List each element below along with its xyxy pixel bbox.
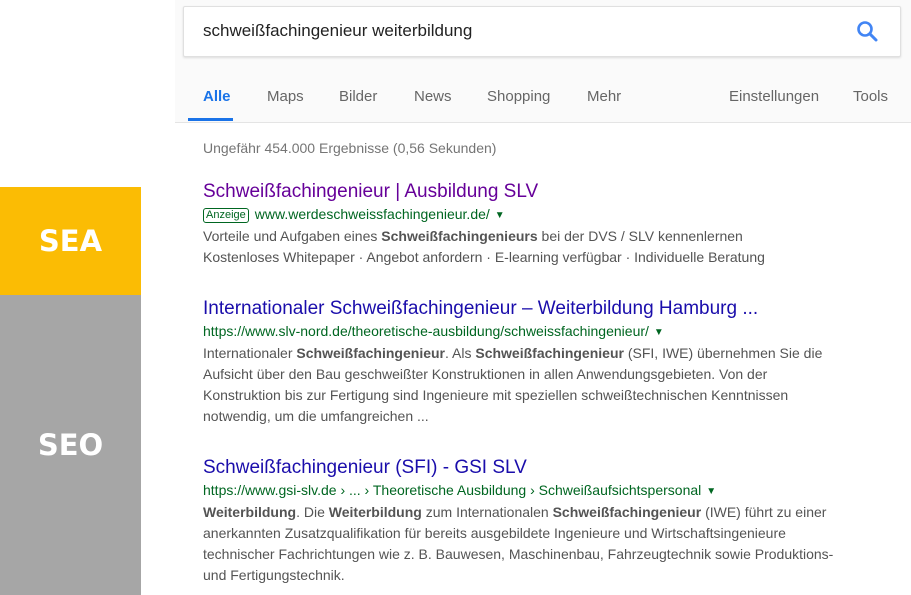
snippet-keyword: Weiterbildung [203, 504, 297, 520]
result-snippet: Internationaler Schweißfachingenieur. Al… [203, 343, 893, 427]
snippet-text: (SFI, IWE) übernehmen Sie die [623, 345, 823, 361]
result-url-line: https://www.slv-nord.de/theoretische-aus… [203, 322, 893, 342]
result-stats: Ungefähr 454.000 Ergebnisse (0,56 Sekund… [203, 140, 497, 156]
snippet-keyword: Schweißfachingenieur [475, 345, 624, 361]
search-header: schweißfachingenieur weiterbildung Alle … [175, 0, 911, 123]
result-url[interactable]: https://www.gsi-slv.de › ... › Theoretis… [203, 482, 701, 498]
result-url-line: https://www.gsi-slv.de › ... › Theoretis… [203, 481, 893, 501]
tab-einstellungen[interactable]: Einstellungen [729, 88, 819, 105]
tab-news[interactable]: News [414, 88, 452, 105]
snippet-text: . Als [445, 345, 476, 361]
ad-result: Schweißfachingenieur | Ausbildung SLV An… [203, 181, 893, 268]
snippet-text: und Fertigungstechnik. [203, 567, 345, 583]
snippet-keyword: Schweißfachingenieur [296, 345, 445, 361]
snippet-text: Aufsicht über den Bau geschweißter Konst… [203, 366, 768, 382]
snippet-text: notwendig, um die umfangreichen ... [203, 408, 429, 424]
active-tab-indicator [188, 118, 233, 121]
snippet-text: Konstruktion bis zur Fertigung sind Inge… [203, 387, 789, 403]
snippet-text: anerkannten Zusatzqualifikation für bere… [203, 525, 786, 541]
result-title-link[interactable]: Schweißfachingenieur (SFI) - GSI SLV [203, 457, 893, 479]
search-input[interactable]: schweißfachingenieur weiterbildung [203, 21, 472, 41]
result-snippet: Vorteile und Aufgaben eines Schweißfachi… [203, 226, 893, 268]
sea-label: SEA [0, 187, 141, 295]
tab-maps[interactable]: Maps [267, 88, 304, 105]
caret-down-icon[interactable]: ▼ [706, 486, 716, 497]
snippet-text: Vorteile und Aufgaben eines [203, 228, 382, 244]
search-icon[interactable] [855, 19, 879, 43]
result-snippet: Weiterbildung. Die Weiterbildung zum Int… [203, 502, 893, 586]
result-title-link[interactable]: Internationaler Schweißfachingenieur – W… [203, 298, 893, 320]
tab-alle[interactable]: Alle [203, 88, 231, 105]
caret-down-icon[interactable]: ▼ [495, 210, 505, 221]
snippet-keyword: Schweißfachingenieurs [381, 228, 538, 244]
result-url-line: Anzeige www.werdeschweissfachingenieur.de… [203, 205, 893, 225]
snippet-text: zum Internationalen [421, 504, 553, 520]
tab-tools[interactable]: Tools [853, 88, 888, 105]
snippet-text: . Die [296, 504, 329, 520]
snippet-text: (IWE) führt zu einer [701, 504, 827, 520]
ad-badge: Anzeige [203, 208, 249, 223]
result-url[interactable]: www.werdeschweissfachingenieur.de/ [255, 206, 490, 222]
snippet-text: bei der DVS / SLV kennenlernen [537, 228, 743, 244]
snippet-keyword: Weiterbildung [328, 504, 422, 520]
tab-shopping[interactable]: Shopping [487, 88, 550, 105]
seo-label: SEO [0, 295, 141, 595]
caret-down-icon[interactable]: ▼ [654, 327, 664, 338]
search-box[interactable]: schweißfachingenieur weiterbildung [183, 6, 901, 57]
snippet-text: Internationaler [203, 345, 297, 361]
tab-bilder[interactable]: Bilder [339, 88, 377, 105]
snippet-text: Kostenloses Whitepaper · Angebot anforde… [203, 249, 765, 265]
organic-result: Schweißfachingenieur (SFI) - GSI SLV htt… [203, 457, 893, 586]
result-url[interactable]: https://www.slv-nord.de/theoretische-aus… [203, 323, 649, 339]
organic-result: Internationaler Schweißfachingenieur – W… [203, 298, 893, 427]
search-tabs: Alle Maps Bilder News Shopping Mehr Eins… [175, 86, 911, 122]
snippet-keyword: Schweißfachingenieur [552, 504, 702, 520]
snippet-text: technischer Fachrichtungen wie z. B. Bau… [203, 546, 834, 562]
result-title-link[interactable]: Schweißfachingenieur | Ausbildung SLV [203, 181, 893, 203]
tab-mehr[interactable]: Mehr [587, 88, 621, 105]
